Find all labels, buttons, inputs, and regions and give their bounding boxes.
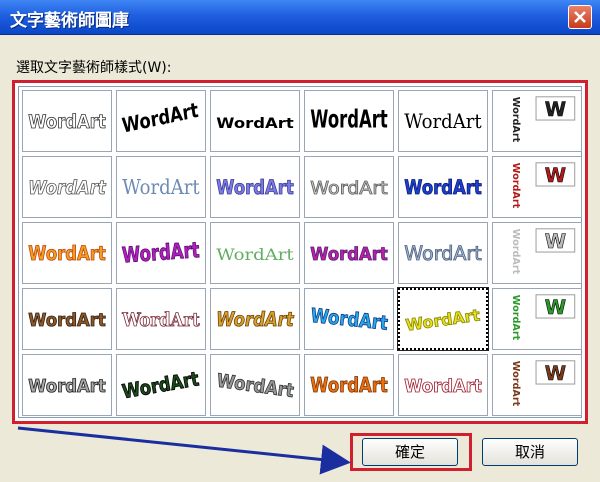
pointer-arrow (17, 426, 351, 475)
